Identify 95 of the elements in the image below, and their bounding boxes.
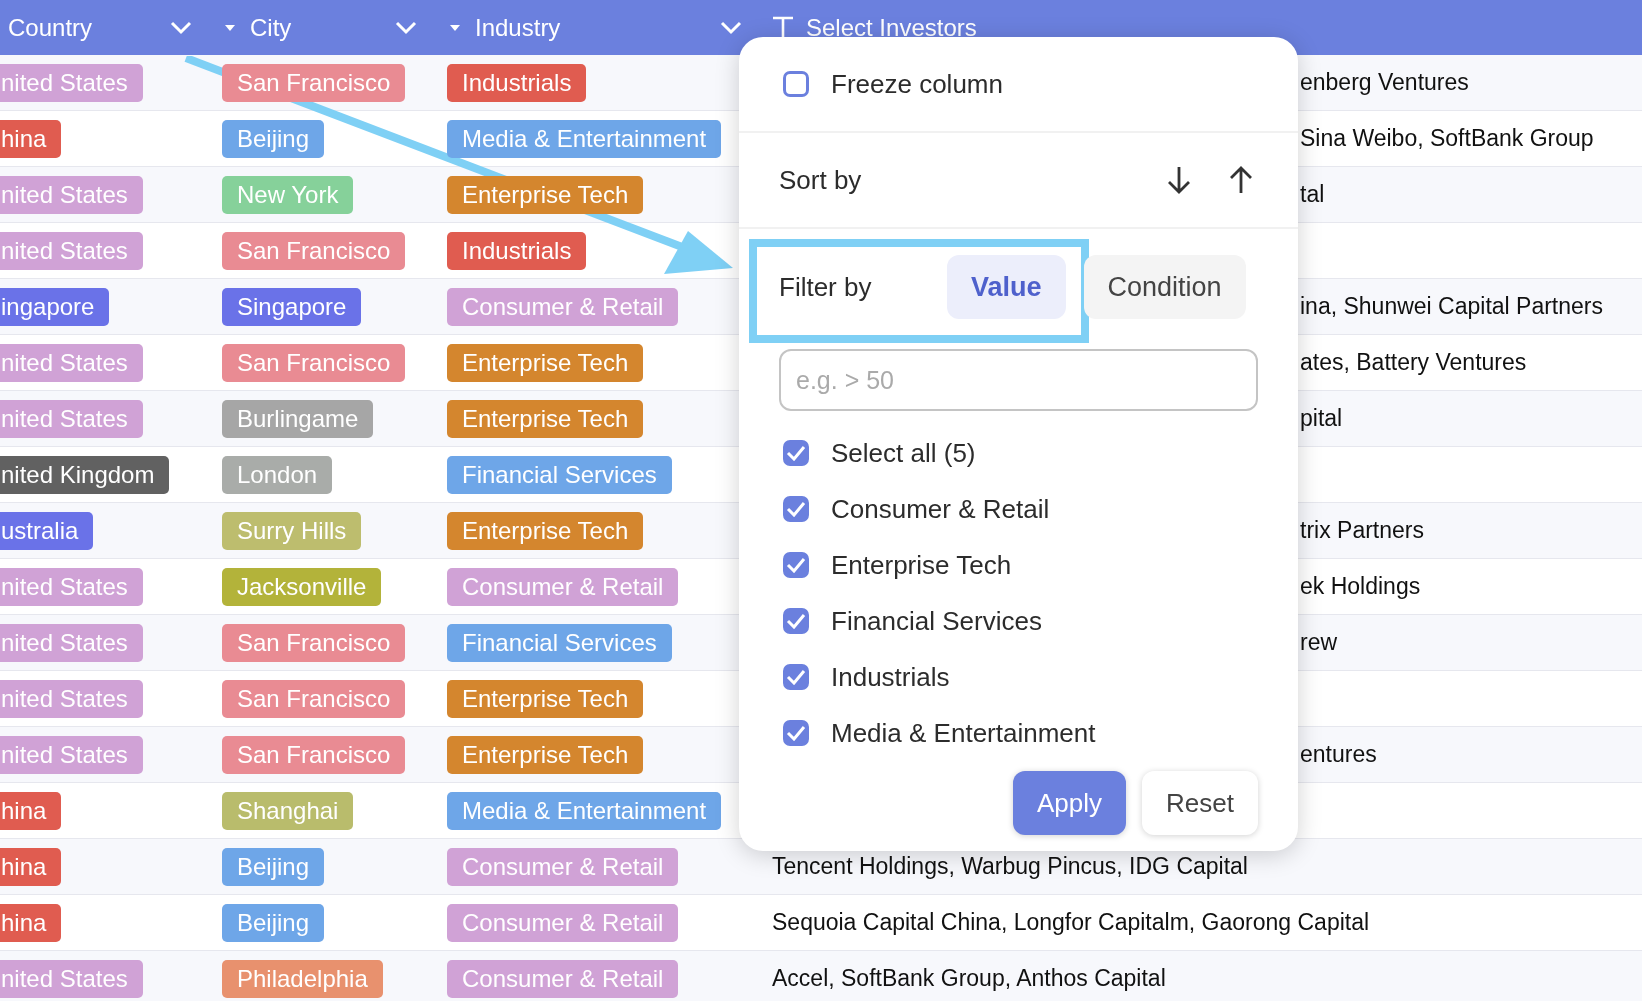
investors-text: ek Holdings [1300,573,1421,600]
country-tag: nited States [0,735,143,774]
city-tag: San Francisco [222,343,406,382]
industry-tag: Industrials [447,63,587,102]
city-tag: San Francisco [222,735,406,774]
city-tag: Singapore [222,287,362,326]
city-tag: Beijing [222,903,325,942]
city-tag: Burlingame [222,399,374,438]
country-tag: nited Kingdom [0,455,170,494]
investors-text: Sequoia Capital China, Longfor Capitalm, Gaorong Capital [772,909,1370,936]
city-tag: San Francisco [222,231,406,270]
chevron-down-icon[interactable] [720,20,742,35]
filter-tab[interactable]: Condition [1083,255,1246,319]
industry-tag: Consumer & Retail [447,567,679,606]
caret-icon[interactable] [449,23,461,32]
city-tag: Beijing [222,847,325,886]
investors-text: ates, Battery Ventures [1300,349,1527,376]
industry-tag: Financial Services [447,623,672,662]
option-label: Financial Services [831,605,1042,637]
industry-tag: Media & Entertainment [447,791,722,830]
chevron-down-icon[interactable] [395,20,417,35]
option-label: Industrials [831,661,950,693]
filter-label: Filter by [779,271,873,303]
investors-text: Sina Weibo, SoftBank Group [1300,125,1594,152]
checkbox[interactable] [783,664,809,690]
city-tag: Shanghai [222,791,354,830]
chevron-down-icon[interactable] [170,20,192,35]
country-tag: nited States [0,399,143,438]
country-tag: nited States [0,567,143,606]
industry-tag: Consumer & Retail [447,287,679,326]
city-tag: Philadelphia [222,959,383,998]
industry-tag: Enterprise Tech [447,511,644,550]
column-header[interactable]: Industry [475,13,561,42]
sort-descending-icon[interactable] [1166,166,1192,194]
checkbox[interactable] [783,496,809,522]
option-label: Select all (5) [831,437,976,469]
country-tag: nited States [0,679,143,718]
investors-text: pital [1300,405,1343,432]
industry-tag: Enterprise Tech [447,343,644,382]
country-tag: nited States [0,175,143,214]
country-tag: nited States [0,623,143,662]
industry-tag: Industrials [447,231,587,270]
country-tag: nited States [0,959,143,998]
industry-tag: Media & Entertainment [447,119,722,158]
country-tag: nited States [0,63,143,102]
column-header[interactable]: City [250,13,292,42]
city-tag: London [222,455,333,494]
option-label: Media & Entertainment [831,717,1096,749]
industry-tag: Enterprise Tech [447,399,644,438]
country-tag: hina [0,847,62,886]
investors-text: trix Partners [1300,517,1424,544]
checkbox[interactable] [783,71,809,97]
investors-text: tal [1300,181,1325,208]
investors-text: Accel, SoftBank Group, Anthos Capital [772,965,1166,992]
industry-tag: Enterprise Tech [447,175,644,214]
reset-button[interactable]: Reset [1142,771,1258,835]
city-tag: San Francisco [222,63,406,102]
industry-tag: Enterprise Tech [447,679,644,718]
investors-text: Tencent Holdings, Warbug Pincus, IDG Capital [772,853,1248,880]
country-tag: hina [0,119,62,158]
checkbox[interactable] [783,608,809,634]
industry-tag: Financial Services [447,455,672,494]
city-tag: New York [222,175,354,214]
city-tag: Jacksonville [222,567,382,606]
investors-text: rew [1300,629,1338,656]
country-tag: hina [0,903,62,942]
industry-tag: Consumer & Retail [447,847,679,886]
country-tag: nited States [0,343,143,382]
sort-ascending-icon[interactable] [1228,166,1254,194]
city-tag: Surry Hills [222,511,362,550]
option-label: Consumer & Retail [831,493,1050,525]
city-tag: San Francisco [222,623,406,662]
country-tag: hina [0,791,62,830]
industry-tag: Enterprise Tech [447,735,644,774]
column-header[interactable]: Country [8,13,93,42]
investors-text: enberg Ventures [1300,69,1469,96]
option-label: Enterprise Tech [831,549,1012,581]
freeze-column-label: Freeze column [831,68,1003,100]
city-tag: Beijing [222,119,325,158]
country-tag: ingapore [0,287,110,326]
city-tag: San Francisco [222,679,406,718]
sort-label: Sort by [779,164,862,196]
investors-text: entures [1300,741,1377,768]
country-tag: ustralia [0,511,94,550]
investors-text: ina, Shunwei Capital Partners [1300,293,1603,320]
caret-icon[interactable] [224,23,236,32]
filter-input[interactable]: e.g. > 50 [779,349,1258,411]
industry-tag: Consumer & Retail [447,959,679,998]
filter-tab[interactable]: Value [947,255,1066,319]
checkbox[interactable] [783,440,809,466]
apply-button[interactable]: Apply [1013,771,1127,835]
checkbox[interactable] [783,552,809,578]
industry-tag: Consumer & Retail [447,903,679,942]
checkbox[interactable] [783,720,809,746]
country-tag: nited States [0,231,143,270]
